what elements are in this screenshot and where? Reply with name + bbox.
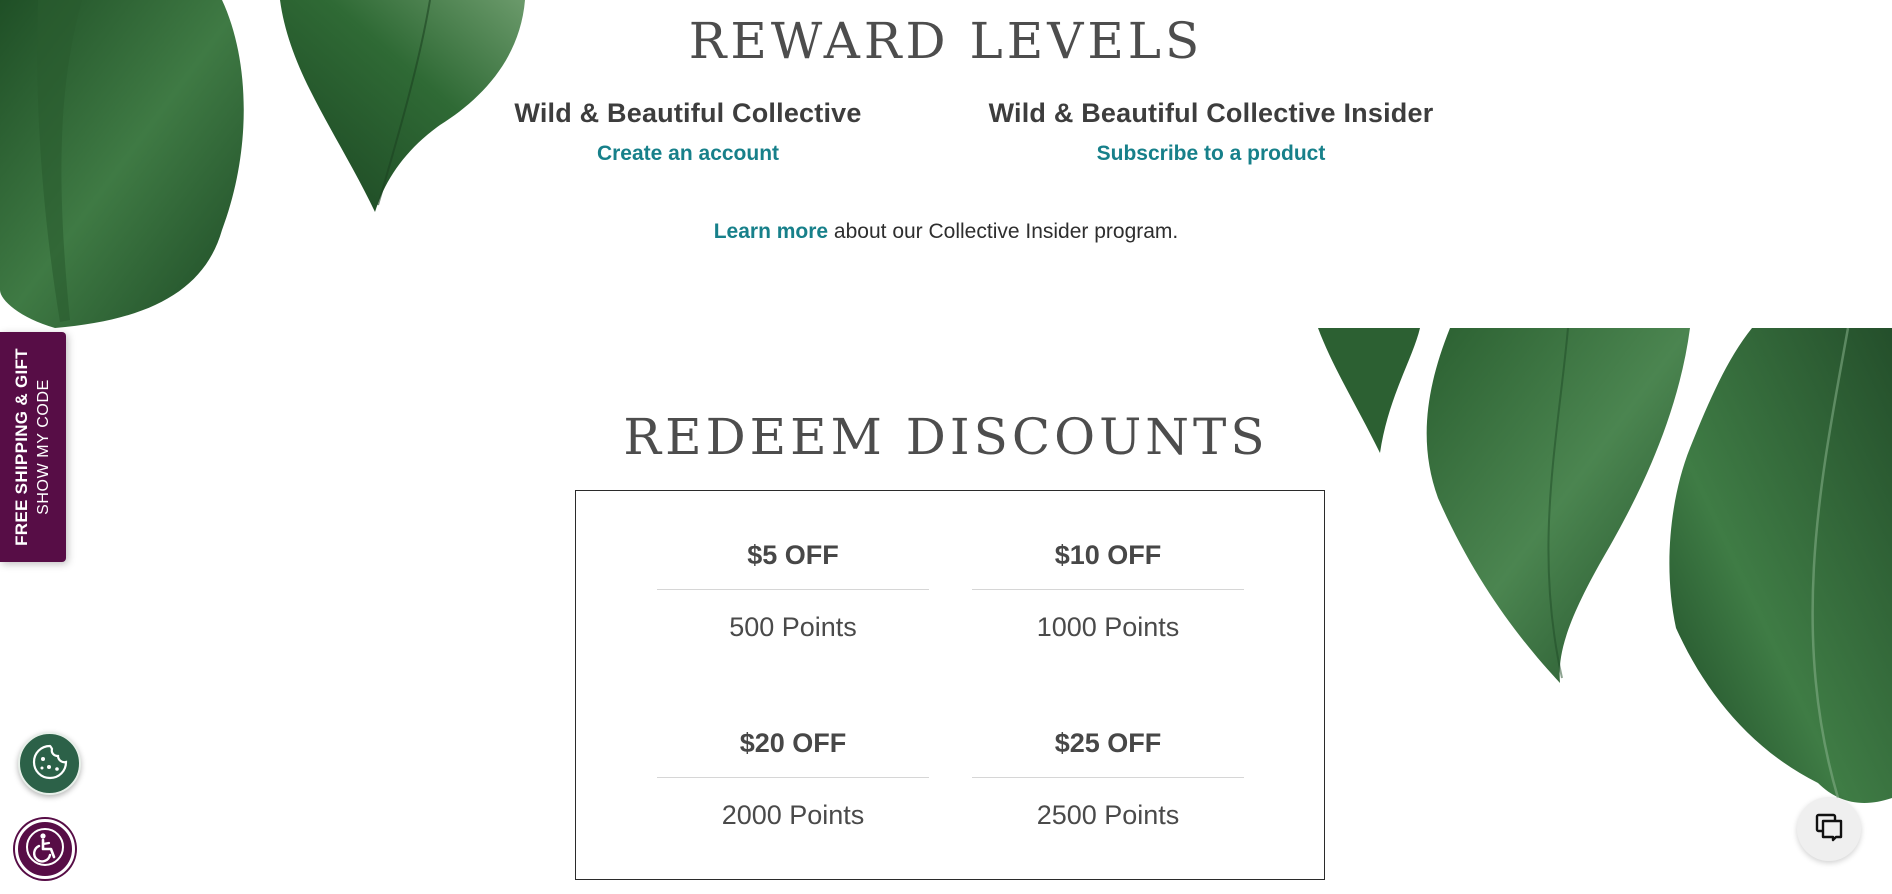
reward-option: $25 OFF 2500 Points xyxy=(972,723,1244,831)
accessibility-icon xyxy=(25,827,65,871)
page: REWARD LEVELS Wild & Beautiful Collectiv… xyxy=(0,0,1892,894)
reward-points: 500 Points xyxy=(729,612,857,642)
promo-text: FREE SHIPPING & GIFT SHOW MY CODE xyxy=(11,348,55,546)
learn-more-text: Learn more about our Collective Insider … xyxy=(0,220,1892,244)
reward-level-insider: Wild & Beautiful Collective Insider Subs… xyxy=(958,98,1464,166)
show-code-label: SHOW MY CODE xyxy=(35,379,52,515)
promo-main-label: FREE SHIPPING & GIFT xyxy=(12,348,31,546)
chat-icon xyxy=(1813,811,1845,847)
divider xyxy=(972,589,1244,590)
divider xyxy=(657,589,929,590)
reward-points: 1000 Points xyxy=(1036,612,1180,642)
create-account-link[interactable]: Create an account xyxy=(597,142,779,166)
level-name: Wild & Beautiful Collective Insider xyxy=(988,98,1434,128)
learn-more-link[interactable]: Learn more xyxy=(714,220,828,243)
reward-option: $10 OFF 1000 Points xyxy=(972,535,1244,643)
redeem-discounts-box: $5 OFF 500 Points $10 OFF 1000 Points $2… xyxy=(575,490,1325,880)
learn-more-description: about our Collective Insider program. xyxy=(828,220,1179,243)
reward-points: 2000 Points xyxy=(721,800,865,830)
reward-points: 2500 Points xyxy=(1036,800,1180,830)
reward-discount: $10 OFF xyxy=(1054,540,1162,570)
reward-option: $5 OFF 500 Points xyxy=(657,535,929,643)
divider xyxy=(972,777,1244,778)
chat-button[interactable] xyxy=(1797,797,1861,861)
accessibility-button[interactable] xyxy=(15,819,75,879)
level-name: Wild & Beautiful Collective xyxy=(514,98,862,128)
reward-option: $20 OFF 2000 Points xyxy=(657,723,929,831)
cookie-icon xyxy=(31,743,69,785)
reward-level-collective: Wild & Beautiful Collective Create an ac… xyxy=(478,98,898,166)
reward-discount: $25 OFF xyxy=(1054,728,1162,758)
subscribe-product-link[interactable]: Subscribe to a product xyxy=(1097,142,1326,166)
cookie-settings-button[interactable] xyxy=(18,732,81,795)
redeem-discounts-title: REDEEM DISCOUNTS xyxy=(623,408,1269,466)
free-shipping-promo-tab[interactable]: FREE SHIPPING & GIFT SHOW MY CODE xyxy=(0,332,66,562)
reward-discount: $5 OFF xyxy=(747,540,839,570)
reward-discount: $20 OFF xyxy=(739,728,847,758)
reward-levels-title: REWARD LEVELS xyxy=(688,12,1204,70)
divider xyxy=(657,777,929,778)
